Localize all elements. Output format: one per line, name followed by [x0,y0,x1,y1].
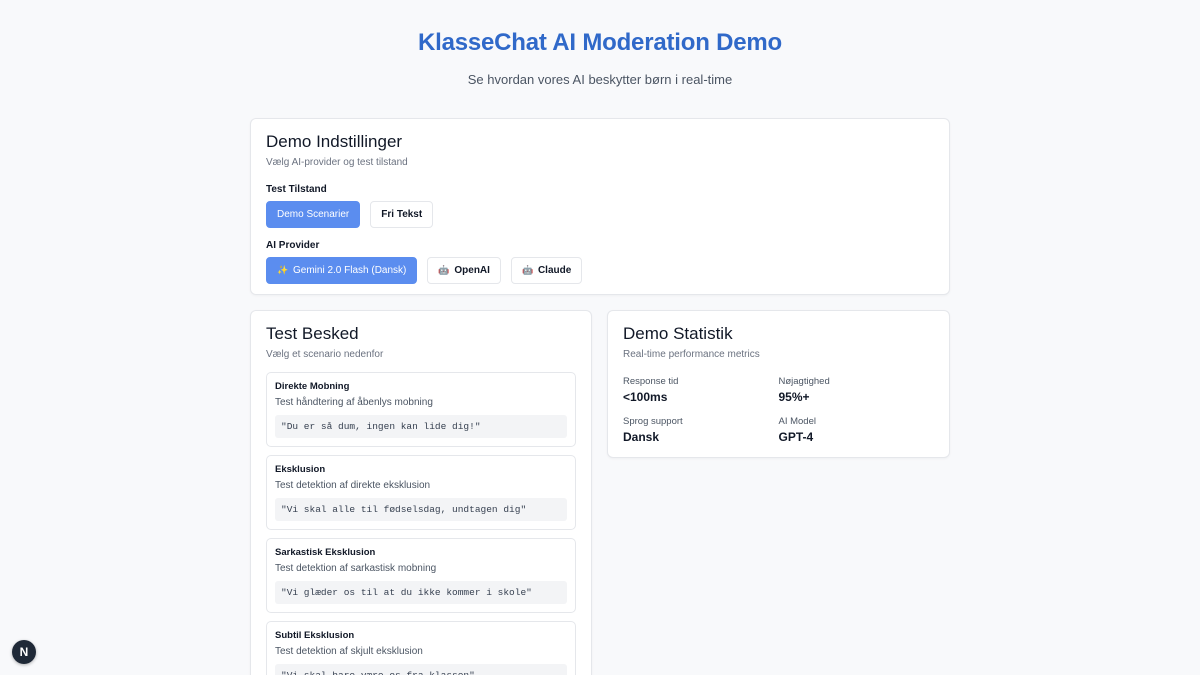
scenario-title: Eksklusion [275,464,326,475]
stat-label: Nøjagtighed [778,376,830,387]
mode-button-label: Demo Scenarier [277,209,350,220]
test-title: Test Besked [266,324,359,343]
settings-subtitle: Vælg AI-provider og test tilstand [266,157,408,168]
nextjs-devtools-icon[interactable]: N [12,640,36,664]
mode-button-label: Fri Tekst [381,209,423,220]
scenario-quote: "Vi skal alle til fødselsdag, undtagen d… [275,498,567,521]
provider-button-label: OpenAI [454,265,490,276]
scenario-direct-bullying[interactable]: Direkte Mobning Test håndtering af åbenl… [266,372,576,447]
badge-letter: N [19,645,29,659]
scenario-title: Subtil Eksklusion [275,630,355,641]
scenario-title: Direkte Mobning [275,381,350,392]
scenario-list: Direkte Mobning Test håndtering af åbenl… [266,372,576,675]
scenario-sarcastic-exclusion[interactable]: Sarkastisk Eksklusion Test detektion af … [266,538,576,613]
stat-language-support: Sprog support Dansk [623,416,779,444]
mode-free-text-button[interactable]: Fri Tekst [370,201,434,228]
stat-label: Response tid [623,376,679,387]
stats-subtitle: Real-time performance metrics [623,349,760,360]
stat-value: <100ms [623,390,668,404]
stats-title: Demo Statistik [623,324,733,343]
test-mode-label: Test Tilstand [266,184,327,195]
provider-gemini-button[interactable]: ✨ Gemini 2.0 Flash (Dansk) [266,257,418,284]
ai-provider-group: ✨ Gemini 2.0 Flash (Dansk) 🤖 OpenAI 🤖 Cl… [266,257,934,284]
stat-ai-model: AI Model GPT-4 [779,416,935,444]
scenario-description: Test detektion af skjult eksklusion [275,646,423,657]
test-subtitle: Vælg et scenario nedenfor [266,349,384,360]
stat-value: 95%+ [778,390,810,404]
scenario-quote: "Du er så dum, ingen kan lide dig!" [275,415,567,438]
provider-button-label: Claude [537,265,572,276]
provider-openai-button[interactable]: 🤖 OpenAI [427,257,501,284]
scenario-description: Test detektion af sarkastisk mobning [275,563,437,574]
robot-icon: 🤖 [438,265,450,275]
test-mode-group: Demo Scenarier Fri Tekst [266,201,934,228]
stat-response-time: Response tid <100ms [623,376,779,404]
stat-value: Dansk [623,430,660,444]
page-subtitle: Se hvordan vores AI beskytter børn i rea… [467,72,733,87]
demo-settings-card: Demo Indstillinger Vælg AI-provider og t… [250,118,950,295]
scenario-description: Test håndtering af åbenlys mobning [275,397,433,408]
provider-claude-button[interactable]: 🤖 Claude [510,257,583,284]
stats-grid: Response tid <100ms Nøjagtighed 95%+ Spr… [623,376,934,444]
scenario-quote: "Vi glæder os til at du ikke kommer i sk… [275,581,567,604]
scenario-subtle-exclusion[interactable]: Subtil Eksklusion Test detektion af skju… [266,621,576,675]
provider-button-label: Gemini 2.0 Flash (Dansk) [293,265,407,276]
stat-label: AI Model [778,416,817,427]
stat-accuracy: Nøjagtighed 95%+ [779,376,935,404]
stat-label: Sprog support [623,416,683,427]
page-title: KlasseChat AI Moderation Demo [417,29,783,56]
test-message-card: Test Besked Vælg et scenario nedenfor Di… [250,310,592,675]
scenario-description: Test detektion af direkte eksklusion [275,480,431,491]
scenario-exclusion[interactable]: Eksklusion Test detektion af direkte eks… [266,455,576,530]
scenario-quote: "Vi skal bare være os fra klassen" [275,664,567,675]
sparkle-icon: ✨ [277,265,289,275]
stat-value: GPT-4 [778,430,814,444]
demo-stats-card: Demo Statistik Real-time performance met… [607,310,950,458]
mode-demo-scenarios-button[interactable]: Demo Scenarier [266,201,361,228]
scenario-title: Sarkastisk Eksklusion [275,547,376,558]
ai-provider-label: AI Provider [266,240,320,251]
page-header: KlasseChat AI Moderation Demo Se hvordan… [0,0,1200,87]
robot-icon: 🤖 [521,265,534,275]
settings-title: Demo Indstillinger [266,132,403,151]
